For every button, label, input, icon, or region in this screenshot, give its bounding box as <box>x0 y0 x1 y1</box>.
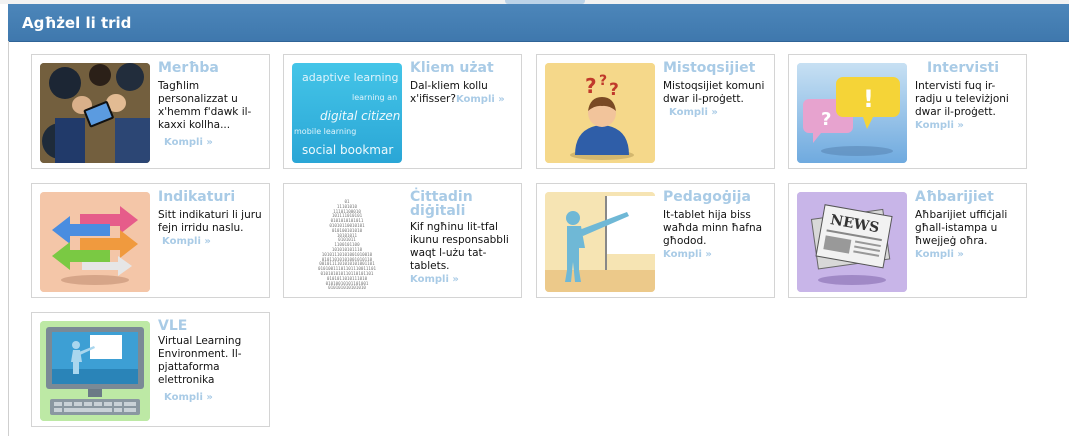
tile-description-text: Sitt indikaturi li juru fejn irridu nasl… <box>158 209 262 234</box>
tile-description-text: Aħbarijiet uffiċjali għall-istampa u ħwe… <box>915 209 1008 247</box>
tile-description: Kif ngħinu lit-tfal ikunu responsabbli w… <box>410 221 515 286</box>
kompli-link[interactable]: Kompli » <box>663 106 768 119</box>
tile-description: Dal-kliem kollu x'ifisser?Kompli » <box>410 80 515 106</box>
tile-description-text: Mistoqsijiet komuni dwar il-proġett. <box>663 80 765 105</box>
tile-title[interactable]: Intervisti <box>927 61 1037 75</box>
svg-text:!: ! <box>863 85 874 113</box>
tile-pedagogija[interactable]: Pedagoġija It-tablet hija biss waħda min… <box>536 183 775 298</box>
question-person-image: ? ? ? <box>545 63 655 163</box>
word-cloud-term: mobile learning <box>294 127 357 136</box>
section-title: Agħżel li trid <box>22 14 132 32</box>
kompli-link[interactable]: Kompli » <box>162 236 211 247</box>
tile-intervisti[interactable]: ? ! Intervisti Intervisti fuq ir-radju u… <box>788 54 1027 169</box>
tile-title[interactable]: Ċittadin diġitali <box>410 190 520 218</box>
tile-ahbarijiet[interactable]: NEWS Aħbarijiet Aħbarijiet uffiċjali għa… <box>788 183 1027 298</box>
tile-mistoqsijiet[interactable]: ? ? ? Mistoqsijiet Mistoqsijiet komuni d… <box>536 54 775 169</box>
newspaper-image: NEWS <box>797 192 907 292</box>
teacher-board-image <box>545 192 655 292</box>
tile-description: Mistoqsijiet komuni dwar il-proġett. Kom… <box>663 80 768 119</box>
word-cloud-term: adaptive learning <box>302 71 399 84</box>
tile-merhba[interactable]: Merħba Tagħlim personalizzat u x'hemm f'… <box>31 54 270 169</box>
kompli-link[interactable]: Kompli » <box>663 248 768 261</box>
tile-description-text: Virtual Learning Environment. Il-pjattaf… <box>158 335 242 386</box>
tile-description: Virtual Learning Environment. Il-pjattaf… <box>158 335 263 404</box>
binary-line: 010101010101010 <box>328 285 366 291</box>
word-cloud-term: learning an <box>352 93 398 102</box>
word-cloud-image: adaptive learning learning an digital ci… <box>292 63 402 163</box>
kompli-link[interactable]: Kompli » <box>456 94 505 105</box>
tile-title[interactable]: Aħbarijiet <box>915 190 1025 204</box>
tile-title[interactable]: Mistoqsijiet <box>663 61 773 75</box>
computer-image <box>40 321 150 421</box>
tile-description: Sitt indikaturi li juru fejn irridu nasl… <box>158 209 263 248</box>
tile-description-text: Intervisti fuq ir-radju u televiżjoni dw… <box>915 80 1009 118</box>
svg-text:?: ? <box>599 73 607 89</box>
tile-title[interactable]: Pedagoġija <box>663 190 773 204</box>
tile-description-text: Tagħlim personalizzat u x'hemm f'dawk il… <box>158 80 252 131</box>
tile-description: Tagħlim personalizzat u x'hemm f'dawk il… <box>158 80 263 149</box>
left-border <box>8 41 9 436</box>
svg-text:?: ? <box>821 109 831 130</box>
kompli-link[interactable]: Kompli » <box>915 248 1020 261</box>
section-header: Agħżel li trid <box>8 4 1069 42</box>
kompli-link[interactable]: Kompli » <box>158 136 263 149</box>
tile-description: Intervisti fuq ir-radju u televiżjoni dw… <box>915 80 1020 132</box>
word-cloud-term: digital citizen <box>320 109 401 123</box>
students-tablet-image <box>40 63 150 163</box>
tile-description: Aħbarijiet uffiċjali għall-istampa u ħwe… <box>915 209 1020 261</box>
tile-cittadin-digitali[interactable]: 01 11101010 11101100010 101111010101 0101010… <box>283 183 522 298</box>
tile-description-text: It-tablet hija biss waħda minn ħafna għo… <box>663 209 763 247</box>
word-cloud-term: social bookmar <box>302 143 394 157</box>
arrows-image <box>40 192 150 292</box>
tile-title[interactable]: Kliem użat <box>410 61 520 75</box>
tile-title[interactable]: Merħba <box>158 61 268 75</box>
kompli-link[interactable]: Kompli » <box>410 273 515 286</box>
binary-head-image: 01 11101010 11101100010 101111010101 0101010… <box>292 192 402 292</box>
tile-vle[interactable]: VLE Virtual Learning Environment. Il-pja… <box>31 312 270 427</box>
tile-title[interactable]: VLE <box>158 319 268 333</box>
binary-art: 01 11101010 11101100010 101111010101 0101010… <box>297 199 397 291</box>
tile-kliem-uzat[interactable]: adaptive learning learning an digital ci… <box>283 54 522 169</box>
speech-bubbles-image: ? ! <box>797 63 907 163</box>
tile-indikaturi[interactable]: Indikaturi Sitt indikaturi li juru fejn … <box>31 183 270 298</box>
tile-description: It-tablet hija biss waħda minn ħafna għo… <box>663 209 768 261</box>
kompli-link[interactable]: Kompli » <box>158 391 263 404</box>
svg-text:?: ? <box>609 80 619 100</box>
tile-description-text: Kif ngħinu lit-tfal ikunu responsabbli w… <box>410 221 509 272</box>
svg-text:?: ? <box>585 74 597 98</box>
tile-title[interactable]: Indikaturi <box>158 190 268 204</box>
kompli-link[interactable]: Kompli » <box>915 119 1020 132</box>
